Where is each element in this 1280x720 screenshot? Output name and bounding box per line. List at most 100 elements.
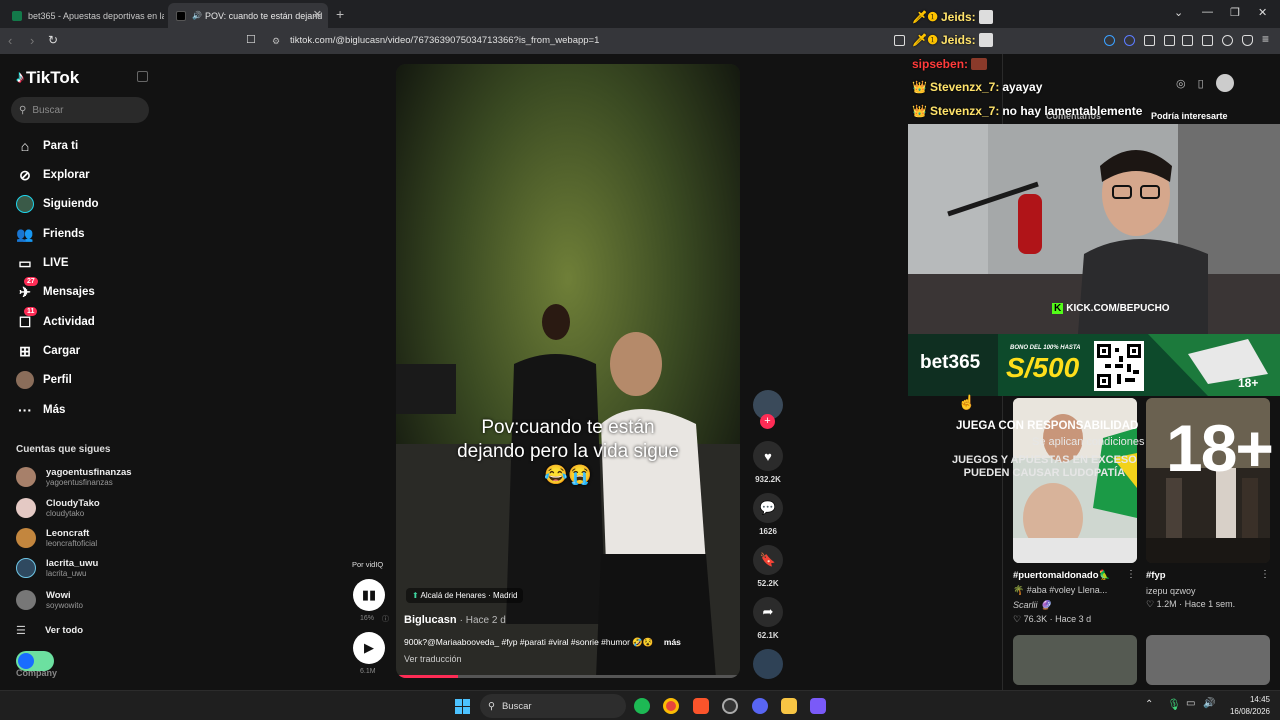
vidiq-stats-button[interactable]: ▮▮ bbox=[353, 579, 385, 611]
windows-start-icon[interactable] bbox=[455, 699, 470, 714]
volume-icon[interactable]: 🔊 bbox=[1203, 698, 1215, 709]
qr-pattern bbox=[1097, 344, 1141, 388]
nav-para-ti[interactable]: ⌂ Para ti bbox=[16, 136, 78, 156]
like-count: 932.2K bbox=[755, 475, 781, 484]
nav-mensajes[interactable]: ✈ 27 Mensajes bbox=[16, 277, 95, 302]
close-window-button[interactable]: ✕ bbox=[1258, 6, 1267, 19]
chevron-up-icon[interactable]: ⌃ bbox=[1145, 699, 1153, 710]
video-player[interactable]: Pov:cuando te están dejando pero la vida… bbox=[396, 64, 740, 678]
emote-image bbox=[978, 10, 993, 24]
new-tab-button[interactable]: + bbox=[336, 6, 344, 22]
device-icon[interactable]: ▯ bbox=[1198, 77, 1204, 92]
close-tab-icon[interactable]: ✕ bbox=[313, 8, 322, 21]
company-link[interactable]: Company bbox=[16, 668, 57, 678]
puzzle-icon[interactable] bbox=[1144, 35, 1155, 46]
back-icon[interactable]: ‹ bbox=[8, 33, 12, 48]
suggestion-title[interactable]: #fyp bbox=[1146, 570, 1166, 581]
share-button[interactable]: ➦ 62.1K bbox=[751, 597, 785, 640]
search-placeholder: Buscar bbox=[32, 104, 64, 116]
bookmark-icon[interactable]: ☐ bbox=[246, 33, 256, 46]
discord-icon[interactable] bbox=[752, 698, 768, 714]
reload-icon[interactable]: ↻ bbox=[48, 33, 58, 47]
following-account[interactable]: yagoentusfinanzas yagoentusfinanzas bbox=[16, 467, 132, 487]
tab-tiktok[interactable]: 🔊 POV: cuando te están dejand ✕ bbox=[168, 3, 328, 28]
file-explorer-icon[interactable] bbox=[781, 698, 797, 714]
site-settings-icon[interactable]: ⚙ bbox=[272, 36, 280, 47]
more-options-icon[interactable]: ⋮ bbox=[1126, 569, 1136, 580]
following-account[interactable]: Wowi soywowito bbox=[16, 590, 83, 610]
more-options-icon[interactable]: ⋮ bbox=[1260, 569, 1270, 580]
nav-perfil[interactable]: Perfil bbox=[16, 370, 72, 390]
sidebar-icon[interactable] bbox=[1182, 35, 1193, 46]
app-grid-icon[interactable] bbox=[810, 698, 826, 714]
collapse-sidebar-icon[interactable] bbox=[137, 71, 148, 82]
audio-extension-icon[interactable] bbox=[1104, 35, 1115, 46]
minimize-button[interactable]: — bbox=[1202, 6, 1213, 18]
nav-cargar[interactable]: ⊞ Cargar bbox=[16, 341, 80, 361]
tab-suggestions[interactable]: Podría interesarte bbox=[1151, 111, 1228, 121]
microphone-icon[interactable]: 🎙 bbox=[1167, 698, 1181, 711]
url-text[interactable]: tiktok.com/@biglucasn/video/767363907503… bbox=[290, 35, 599, 46]
following-account[interactable]: lacrita_uwu lacrita_uwu bbox=[16, 558, 98, 578]
sound-disc-button[interactable] bbox=[751, 649, 785, 679]
translate-icon[interactable] bbox=[894, 35, 905, 46]
taskbar-search[interactable]: ⚲ Buscar bbox=[480, 694, 626, 718]
network-icon[interactable]: ▭ bbox=[1186, 698, 1195, 709]
nav-siguiendo[interactable]: Siguiendo bbox=[16, 194, 99, 214]
brave-icon[interactable] bbox=[693, 698, 709, 714]
nav-friends[interactable]: 👥 Friends bbox=[16, 224, 85, 244]
video-progress-bar[interactable] bbox=[396, 675, 740, 678]
chat-message: sipseben: bbox=[912, 57, 988, 71]
nav-label: Friends bbox=[43, 228, 85, 240]
follow-plus-icon[interactable]: + bbox=[760, 414, 775, 429]
nav-live[interactable]: ▭ LIVE bbox=[16, 253, 68, 273]
shield-icon[interactable] bbox=[1242, 35, 1253, 46]
account-name: Leoncraft bbox=[46, 528, 90, 539]
live-icon: ▭ bbox=[18, 254, 32, 271]
app-icon[interactable] bbox=[722, 698, 738, 714]
search-input[interactable]: ⚲ Buscar bbox=[11, 97, 149, 123]
nav-label: Siguiendo bbox=[43, 198, 99, 210]
playlist-icon[interactable] bbox=[1164, 35, 1175, 46]
coin-icon[interactable]: ◎ bbox=[1176, 77, 1186, 92]
tab-bet365[interactable]: bet365 - Apuestas deportivas en la r bbox=[4, 3, 164, 28]
save-button[interactable]: 🔖 52.2K bbox=[751, 545, 785, 588]
suggestion-author[interactable]: izepu qzwoy bbox=[1146, 586, 1196, 596]
location-tag[interactable]: ⬆ Alcalá de Henares · Madrid bbox=[406, 588, 524, 603]
comment-button[interactable]: 💬 1626 bbox=[751, 493, 785, 536]
suggested-video-thumb[interactable] bbox=[1146, 635, 1270, 685]
suggestion-author[interactable]: Scarlii 🔮 bbox=[1013, 600, 1051, 611]
system-clock[interactable]: 14:45 16/08/2026 bbox=[1222, 694, 1270, 718]
info-icon[interactable]: ⓘ bbox=[382, 614, 389, 624]
author-avatar-button[interactable]: + bbox=[751, 390, 785, 429]
emote-image bbox=[978, 33, 993, 47]
like-button[interactable]: ♥ 932.2K bbox=[751, 441, 785, 484]
extension-icon[interactable] bbox=[1124, 35, 1135, 46]
user-avatar[interactable] bbox=[1215, 74, 1234, 92]
chrome-icon[interactable] bbox=[663, 698, 679, 714]
more-button[interactable]: más bbox=[664, 637, 681, 647]
translate-button[interactable]: Ver traducción bbox=[404, 654, 462, 664]
chevron-down-icon[interactable]: ⌄ bbox=[1174, 6, 1183, 19]
suggested-video-thumb[interactable] bbox=[1013, 635, 1137, 685]
forward-icon[interactable]: › bbox=[30, 33, 34, 48]
wallet-icon[interactable] bbox=[1202, 35, 1213, 46]
video-author[interactable]: Biglucasn · Hace 2 d bbox=[404, 614, 506, 626]
following-account[interactable]: Leoncraft leoncraftoficial bbox=[16, 528, 97, 548]
see-all-link[interactable]: ☰ Ver todo bbox=[16, 624, 83, 637]
header-icons: ◎ ▯ bbox=[1176, 74, 1234, 92]
chat-username: sipseben: bbox=[912, 57, 969, 71]
restore-button[interactable]: ❐ bbox=[1230, 6, 1240, 19]
suggestion-title[interactable]: #puertomaldonado🦜 bbox=[1013, 570, 1110, 581]
nav-mas[interactable]: ··· Más bbox=[16, 400, 65, 420]
following-account[interactable]: CloudyTako cloudytako bbox=[16, 498, 100, 518]
ai-icon[interactable] bbox=[1222, 35, 1233, 46]
play-button[interactable]: ▶ bbox=[353, 632, 385, 664]
spotify-icon[interactable] bbox=[634, 698, 650, 714]
menu-icon[interactable]: ≡ bbox=[1262, 32, 1269, 46]
emote-image bbox=[971, 58, 988, 70]
nav-explorar[interactable]: ⊘ Explorar bbox=[16, 165, 90, 185]
clock-time: 14:45 bbox=[1249, 695, 1270, 704]
nav-actividad[interactable]: ☐ 11 Actividad bbox=[16, 307, 95, 332]
tiktok-logo[interactable]: ♪ TikTok bbox=[16, 68, 79, 88]
